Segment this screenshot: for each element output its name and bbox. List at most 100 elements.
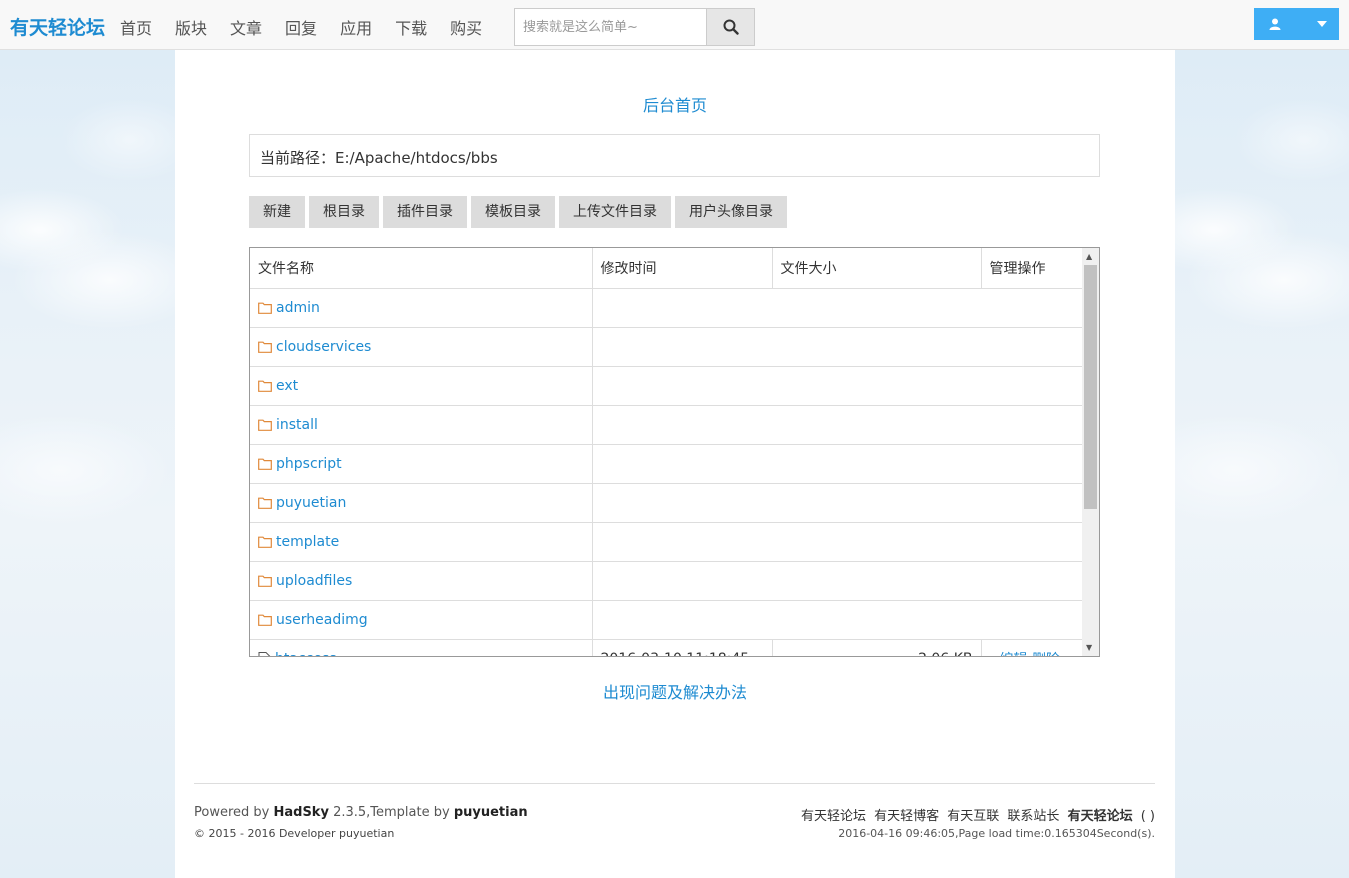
search-input[interactable]: [515, 9, 707, 45]
nav-forums[interactable]: 版块: [175, 15, 207, 39]
header-size: 文件大小: [772, 248, 982, 289]
vertical-scrollbar[interactable]: ▲ ▼: [1082, 248, 1099, 656]
scroll-up-icon[interactable]: ▲: [1086, 252, 1092, 261]
folder-icon: [258, 614, 272, 626]
folder-name-cell: admin: [250, 288, 593, 328]
folder-name-cell: template: [250, 522, 593, 562]
plugin-dir-button[interactable]: 插件目录: [383, 196, 467, 228]
footer-link-blog[interactable]: 有天轻博客: [874, 809, 939, 824]
nav-apps[interactable]: 应用: [340, 15, 372, 39]
folder-name[interactable]: uploadfiles: [276, 573, 352, 589]
empty-cell: [592, 405, 1082, 445]
root-dir-button[interactable]: 根目录: [309, 196, 379, 228]
folder-name[interactable]: ext: [276, 378, 298, 394]
powered-by: Powered by HadSky 2.3.5,Template by puyu…: [194, 805, 528, 820]
search-box: [514, 8, 755, 46]
problems-link[interactable]: 出现问题及解决办法: [175, 679, 1175, 703]
file-icon: [258, 651, 271, 656]
folder-name[interactable]: phpscript: [276, 456, 342, 472]
upload-dir-button[interactable]: 上传文件目录: [559, 196, 671, 228]
powered-prefix: Powered by: [194, 805, 274, 820]
folder-name[interactable]: admin: [276, 300, 320, 316]
folder-name-cell: puyuetian: [250, 483, 593, 523]
empty-cell: [592, 444, 1082, 484]
folder-name[interactable]: install: [276, 417, 318, 433]
template-author-link[interactable]: puyuetian: [454, 805, 528, 820]
scrollbar-thumb[interactable]: [1084, 265, 1097, 509]
table-row: htaccess 2016-03-10 11:18:45 2.06 KB 编辑 …: [250, 639, 1082, 657]
version-text: 2.3.5,Template by: [328, 805, 454, 820]
folder-icon: [258, 575, 272, 587]
folder-name-cell: ext: [250, 366, 593, 406]
folder-name-cell: uploadfiles: [250, 561, 593, 601]
footer-divider: [194, 783, 1155, 784]
folder-name[interactable]: cloudservices: [276, 339, 371, 355]
top-navbar: 有天轻论坛 首页 版块 文章 回复 应用 下载 购买: [0, 0, 1349, 50]
nav-links: 首页 版块 文章 回复 应用 下载 购买: [120, 15, 505, 39]
folder-name[interactable]: userheadimg: [276, 612, 368, 628]
header-filename: 文件名称: [250, 248, 593, 289]
copyright: © 2015 - 2016 Developer puyuetian: [194, 827, 395, 840]
file-actions: 编辑 删除: [981, 639, 1082, 657]
directory-buttons: 新建 根目录 插件目录 模板目录 上传文件目录 用户头像目录: [249, 196, 791, 228]
footer-link-contact[interactable]: 联系站长: [1007, 809, 1059, 824]
new-button[interactable]: 新建: [249, 196, 305, 228]
footer-link-internet[interactable]: 有天互联: [947, 809, 999, 824]
empty-cell: [592, 288, 1082, 328]
table-row: uploadfiles: [250, 561, 1082, 601]
footer-link-forum[interactable]: 有天轻论坛: [801, 809, 866, 824]
footer-paren: ( ): [1140, 809, 1155, 824]
nav-download[interactable]: 下载: [395, 15, 427, 39]
hadsky-link[interactable]: HadSky: [273, 805, 328, 820]
nav-buy[interactable]: 购买: [450, 15, 482, 39]
nav-replies[interactable]: 回复: [285, 15, 317, 39]
empty-cell: [592, 522, 1082, 562]
file-name-cell: htaccess: [250, 639, 593, 657]
page-load-info: 2016-04-16 09:46:05,Page load time:0.165…: [838, 827, 1155, 840]
folder-icon: [258, 380, 272, 392]
main-panel: 后台首页 当前路径：E:/Apache/htdocs/bbs 新建 根目录 插件…: [175, 50, 1175, 878]
delete-link[interactable]: 删除: [1032, 652, 1060, 657]
user-icon: [1269, 18, 1281, 30]
userhead-dir-button[interactable]: 用户头像目录: [675, 196, 787, 228]
table-row: cloudservices: [250, 327, 1082, 367]
folder-icon: [258, 302, 272, 314]
scroll-down-icon[interactable]: ▼: [1086, 643, 1092, 652]
search-button[interactable]: [706, 9, 754, 45]
folder-name[interactable]: template: [276, 534, 339, 550]
file-size: 2.06 KB: [772, 639, 982, 656]
folder-name[interactable]: puyuetian: [276, 495, 346, 511]
empty-cell: [592, 600, 1082, 640]
header-actions: 管理操作: [981, 248, 1082, 289]
folder-name-cell: cloudservices: [250, 327, 593, 367]
search-icon: [723, 19, 739, 35]
edit-link[interactable]: 编辑: [1000, 652, 1028, 657]
empty-cell: [592, 366, 1082, 406]
empty-cell: [592, 327, 1082, 367]
user-menu-button[interactable]: [1254, 8, 1339, 40]
template-dir-button[interactable]: 模板目录: [471, 196, 555, 228]
table-row: phpscript: [250, 444, 1082, 484]
admin-home-link[interactable]: 后台首页: [175, 92, 1175, 116]
folder-icon: [258, 419, 272, 431]
empty-cell: [592, 483, 1082, 523]
nav-articles[interactable]: 文章: [230, 15, 262, 39]
folder-icon: [258, 497, 272, 509]
table-header: 文件名称 修改时间 文件大小 管理操作: [250, 248, 1082, 289]
file-list[interactable]: 文件名称 修改时间 文件大小 管理操作 admin cloudservices ex…: [249, 247, 1100, 657]
table-row: template: [250, 522, 1082, 562]
table-row: admin: [250, 288, 1082, 328]
table-row: ext: [250, 366, 1082, 406]
caret-down-icon: [1317, 21, 1327, 27]
empty-cell: [592, 561, 1082, 601]
table-row: puyuetian: [250, 483, 1082, 523]
nav-home[interactable]: 首页: [120, 15, 152, 39]
folder-name-cell: phpscript: [250, 444, 593, 484]
folder-name-cell: install: [250, 405, 593, 445]
brand-logo[interactable]: 有天轻论坛: [10, 13, 105, 40]
file-name[interactable]: htaccess: [275, 651, 337, 657]
footer-links: 有天轻论坛 有天轻博客 有天互联 联系站长 有天轻论坛 ( ): [797, 805, 1155, 824]
file-table: 文件名称 修改时间 文件大小 管理操作 admin cloudservices ex…: [250, 248, 1082, 657]
current-path: 当前路径：E:/Apache/htdocs/bbs: [249, 134, 1100, 177]
footer-site-name[interactable]: 有天轻论坛: [1068, 809, 1133, 824]
